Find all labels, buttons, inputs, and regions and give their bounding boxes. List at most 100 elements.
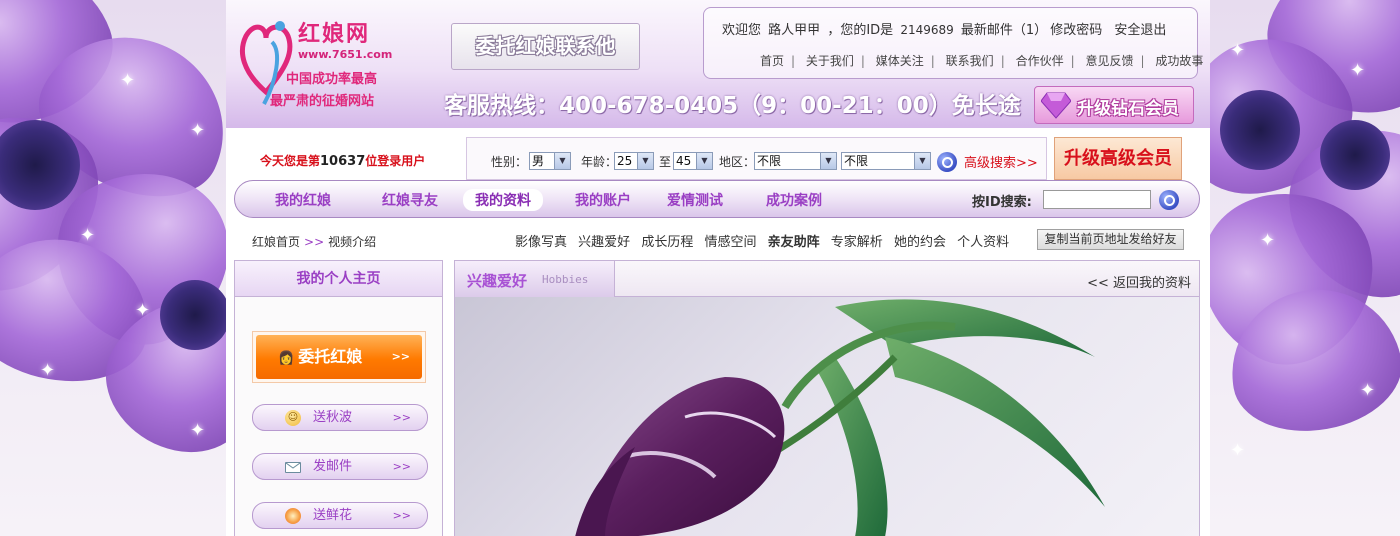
send-flowers-label: 送鲜花 [313, 508, 353, 523]
age-to-label: 至 [659, 155, 672, 169]
age-to-select[interactable]: 45 ▼ [673, 152, 713, 170]
chevron-down-icon: ▼ [554, 153, 570, 169]
top-link-home[interactable]: 首页 [760, 54, 784, 68]
tab-hobbies[interactable]: 兴趣爱好 Hobbies [455, 261, 615, 297]
username: 路人甲甲 [768, 23, 821, 38]
nav-my-profile[interactable]: 我的资料 [463, 189, 543, 211]
age-label: 年龄： [581, 155, 618, 169]
top-link-about[interactable]: 关于我们 [806, 54, 854, 68]
logo-slogan-2: 最严肃的征婚网站 [270, 94, 375, 109]
user-id: 2149689 [900, 23, 954, 37]
top-link-contact[interactable]: 联系我们 [946, 54, 994, 68]
nav-love-test[interactable]: 爱情测试 [667, 190, 723, 210]
envelope-icon [285, 462, 301, 473]
subnav-expert[interactable]: 专家解析 [831, 235, 883, 250]
right-flower-decoration: ✦ ✦ ✦ ✦ ✦ [1210, 0, 1400, 536]
top-link-feedback[interactable]: 意见反馈 [1085, 54, 1133, 68]
region-select-1[interactable]: 不限 ▼ [754, 152, 837, 170]
entrust-matchmaker-button[interactable]: 委托红娘联系他 [451, 23, 640, 70]
logo-title: 红娘网 [298, 21, 371, 47]
mail-link[interactable]: 最新邮件（1） [961, 23, 1047, 38]
flower-icon [285, 508, 301, 524]
subnav-personal-info[interactable]: 个人资料 [957, 235, 1009, 250]
left-flower-decoration: ✦ ✦ ✦ ✦ ✦ ✦ [0, 0, 226, 536]
top-links: 首页 | 关于我们 | 媒体关注 | 联系我们 | 合作伙伴 | 意见反馈 | 成功故事 [760, 54, 1204, 68]
top-link-media[interactable]: 媒体关注 [876, 54, 924, 68]
upgrade-senior-button[interactable]: 升级高级会员 [1054, 137, 1182, 180]
subnav-hobbies[interactable]: 兴趣爱好 [578, 235, 630, 250]
chevron-down-icon: ▼ [820, 153, 836, 169]
hotline-text: 客服热线：400-678-0405（9：00-21：00）免长途 [444, 93, 1021, 119]
age-to-value: 45 [676, 154, 692, 168]
tab-hobbies-english: Hobbies [542, 273, 589, 286]
sidebar-entrust-button[interactable]: 👩 委托红娘 >> [252, 331, 426, 383]
nav-my-matchmaker[interactable]: 我的红娘 [275, 190, 331, 210]
breadcrumb-separator: >> [304, 235, 325, 249]
region-1-value: 不限 [757, 154, 782, 168]
gender-select[interactable]: 男 ▼ [529, 152, 571, 170]
user-id-label: ，您的ID是 [827, 23, 894, 38]
breadcrumb: 红娘首页 >> 视频介绍 [252, 233, 376, 250]
breadcrumb-home[interactable]: 红娘首页 [252, 235, 300, 249]
subnav-photos[interactable]: 影像写真 [515, 235, 567, 250]
user-info-line: 欢迎您 路人甲甲 ，您的ID是 2149689 最新邮件（1） 修改密码 安全退出 [722, 19, 1169, 38]
send-mail-label: 发邮件 [313, 459, 353, 474]
advanced-search-link[interactable]: 高级搜索>> [964, 152, 1038, 171]
main-panel: 兴趣爱好 Hobbies << 返回我的资料 [454, 260, 1200, 536]
subnav-emotion[interactable]: 情感空间 [704, 235, 756, 250]
upgrade-diamond-button[interactable]: 升级钻石会员 [1034, 86, 1194, 124]
profile-subnav: 影像写真 兴趣爱好 成长历程 情感空间 亲友助阵 专家解析 她的约会 个人资料 [515, 231, 1016, 250]
count-prefix: 今天您是第 [260, 154, 321, 168]
tulip-image [575, 299, 1105, 536]
subnav-friends[interactable]: 亲友助阵 [768, 235, 820, 250]
login-count: 今天您是第10637位登录用户 [260, 152, 425, 169]
page-container: 红娘网 www.7651.com 中国成功率最高 最严肃的征婚网站 委托红娘联系… [226, 0, 1210, 536]
welcome-text: 欢迎您 [722, 23, 762, 38]
logout-link[interactable]: 安全退出 [1114, 23, 1166, 38]
send-mail-button[interactable]: 发邮件 >> [252, 453, 428, 480]
sidebar-title: 我的个人主页 [235, 261, 442, 297]
smile-icon: ☺ [285, 410, 301, 426]
breadcrumb-current: 视频介绍 [328, 235, 377, 249]
logo-url: www.7651.com [298, 48, 393, 61]
id-search-icon[interactable] [1159, 190, 1179, 210]
top-link-stories[interactable]: 成功故事 [1155, 54, 1203, 68]
sidebar-panel: 我的个人主页 👩 委托红娘 >> ☺ 送秋波 >> 发邮件 >> 送鲜花 >> [234, 260, 443, 536]
chevron-right-icon: >> [391, 350, 410, 363]
top-link-partners[interactable]: 合作伙伴 [1016, 54, 1064, 68]
site-header: 红娘网 www.7651.com 中国成功率最高 最严肃的征婚网站 委托红娘联系… [226, 0, 1210, 128]
chevron-right-icon: >> [392, 509, 411, 522]
chevron-down-icon: ▼ [696, 153, 712, 169]
chevron-right-icon: >> [392, 460, 411, 473]
diamond-icon [1041, 92, 1071, 119]
chevron-right-icon: >> [392, 411, 411, 424]
send-flowers-button[interactable]: 送鲜花 >> [252, 502, 428, 529]
nav-find-friends[interactable]: 红娘寻友 [382, 190, 438, 210]
site-logo[interactable]: 红娘网 www.7651.com 中国成功率最高 最严肃的征婚网站 [236, 8, 406, 118]
subnav-growth[interactable]: 成长历程 [641, 235, 693, 250]
send-wink-label: 送秋波 [313, 410, 353, 425]
nav-my-account[interactable]: 我的账户 [575, 190, 631, 210]
gender-label: 性别： [491, 155, 528, 169]
send-wink-button[interactable]: ☺ 送秋波 >> [252, 404, 428, 431]
region-select-2[interactable]: 不限 ▼ [841, 152, 931, 170]
quick-search-box: 性别： 男 ▼ 年龄： 25 ▼ 至 45 ▼ 地区： 不限 ▼ 不限 ▼ [466, 137, 1047, 180]
region-label: 地区： [719, 155, 756, 169]
subnav-dates[interactable]: 她的约会 [894, 235, 946, 250]
upgrade-diamond-label: 升级钻石会员 [1077, 99, 1179, 119]
hobby-photo [455, 297, 1199, 536]
user-info-box: 欢迎您 路人甲甲 ，您的ID是 2149689 最新邮件（1） 修改密码 安全退出… [703, 7, 1203, 79]
search-icon[interactable] [937, 152, 957, 172]
region-2-value: 不限 [844, 154, 869, 168]
back-to-profile-link[interactable]: << 返回我的资料 [1087, 272, 1191, 291]
gender-select-value: 男 [532, 154, 545, 168]
age-from-select[interactable]: 25 ▼ [614, 152, 654, 170]
change-password-link[interactable]: 修改密码 [1050, 23, 1102, 38]
nav-success-cases[interactable]: 成功案例 [766, 190, 822, 210]
copy-url-button[interactable]: 复制当前页地址发给好友 [1037, 229, 1184, 250]
chevron-down-icon: ▼ [914, 153, 930, 169]
main-nav: 我的红娘 红娘寻友 我的资料 我的账户 爱情测试 成功案例 按ID搜索: [234, 180, 1200, 218]
id-search-input[interactable] [1043, 190, 1151, 209]
count-suffix: 位登录用户 [365, 154, 426, 168]
age-from-value: 25 [617, 154, 633, 168]
